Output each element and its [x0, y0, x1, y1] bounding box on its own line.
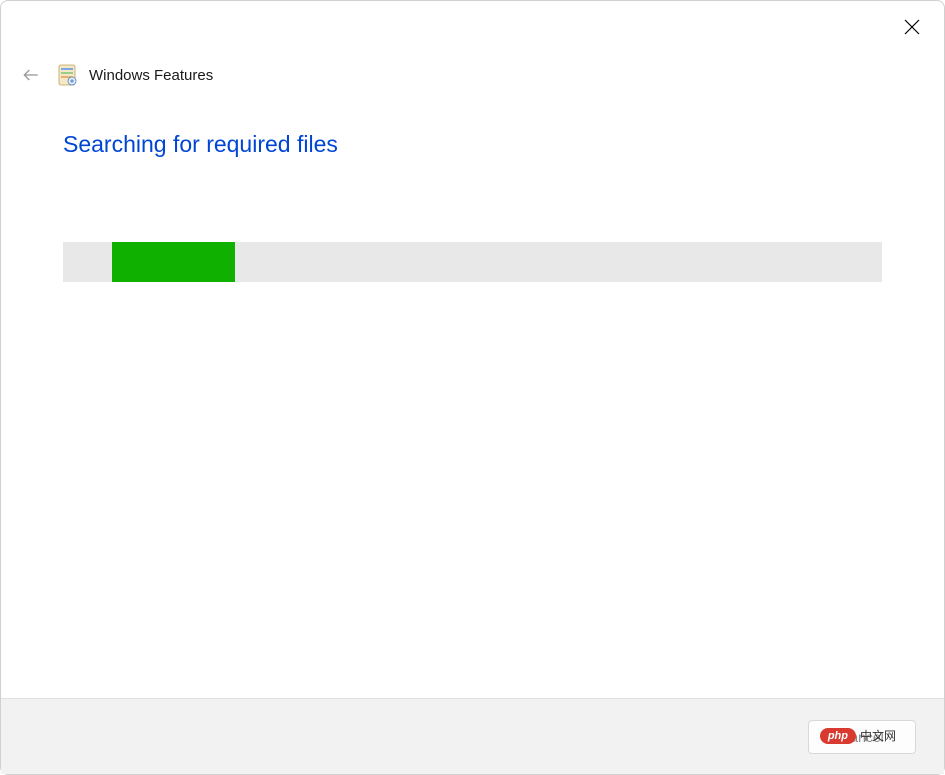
close-icon — [904, 19, 920, 35]
windows-features-icon — [57, 63, 77, 87]
page-heading: Searching for required files — [63, 131, 944, 158]
progress-bar — [63, 242, 882, 282]
close-button[interactable] — [898, 13, 926, 41]
header-bar: Windows Features — [1, 1, 944, 89]
window-title: Windows Features — [89, 67, 213, 84]
back-button — [17, 61, 45, 89]
back-arrow-icon — [21, 65, 41, 85]
progress-fill — [112, 242, 235, 282]
cancel-button[interactable]: Cancel — [808, 720, 916, 754]
footer-bar: Cancel — [1, 698, 944, 774]
